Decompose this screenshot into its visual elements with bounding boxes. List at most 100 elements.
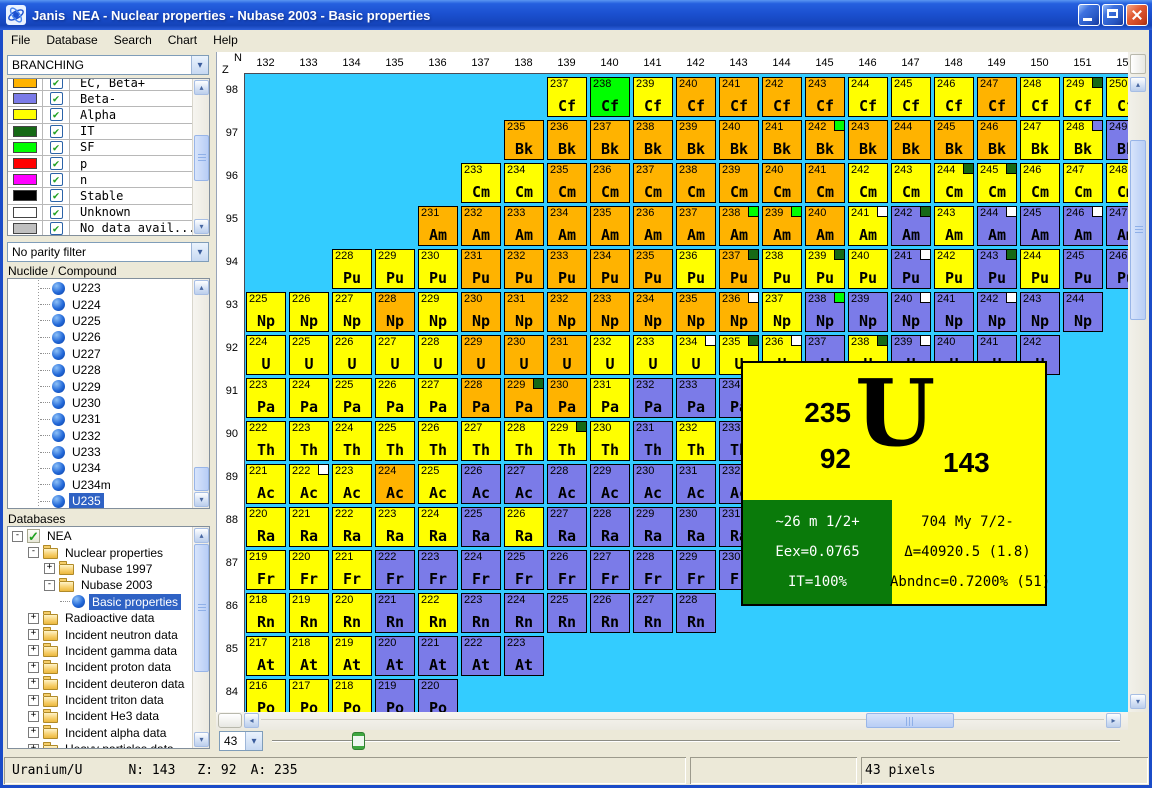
legend-item[interactable]: ✔No data avail... bbox=[8, 221, 192, 236]
nuclide-cell[interactable]: 231Am bbox=[418, 206, 458, 246]
nuclide-cell[interactable]: 233U bbox=[633, 335, 673, 375]
db-item[interactable]: +Nubase 1997 bbox=[8, 561, 192, 577]
scrollbar-thumb[interactable] bbox=[1130, 140, 1146, 320]
nuclide-cell[interactable]: 224Ra bbox=[418, 507, 458, 547]
nuclide-cell[interactable]: 226Fr bbox=[547, 550, 587, 590]
tree-expander[interactable]: + bbox=[28, 678, 39, 689]
nuclide-cell[interactable]: 223Pa bbox=[246, 378, 286, 418]
nuclide-cell[interactable]: 227Rn bbox=[633, 593, 673, 633]
nuclide-cell[interactable]: 229Np bbox=[418, 292, 458, 332]
nuclide-cell[interactable]: 235Pu bbox=[633, 249, 673, 289]
nuclide-cell[interactable]: 247Am bbox=[1106, 206, 1128, 246]
db-item[interactable]: +Radioactive data bbox=[8, 610, 192, 626]
nuclide-cell[interactable]: 241Np bbox=[934, 292, 974, 332]
nuclide-cell[interactable]: 222Th bbox=[246, 421, 286, 461]
legend-checkbox[interactable]: ✔ bbox=[50, 125, 63, 138]
nuclide-cell[interactable]: 225Np bbox=[246, 292, 286, 332]
nuclide-cell[interactable]: 227U bbox=[375, 335, 415, 375]
nuclide-cell[interactable]: 224Rn bbox=[504, 593, 544, 633]
nuclide-cell[interactable]: 218Rn bbox=[246, 593, 286, 633]
nuclide-cell[interactable]: 237Am bbox=[676, 206, 716, 246]
nuclide-cell[interactable]: 231Np bbox=[504, 292, 544, 332]
nuclide-cell[interactable]: 240Np bbox=[891, 292, 931, 332]
nuclide-cell[interactable]: 243Am bbox=[934, 206, 974, 246]
nuclide-cell[interactable]: 221Ac bbox=[246, 464, 286, 504]
nuclide-cell[interactable]: 244Cf bbox=[848, 77, 888, 117]
nuclide-cell[interactable]: 225Pa bbox=[332, 378, 372, 418]
nuclide-cell[interactable]: 231Ac bbox=[676, 464, 716, 504]
nuclide-cell[interactable]: 242Am bbox=[891, 206, 931, 246]
nuclide-cell[interactable]: 239Cm bbox=[719, 163, 759, 203]
close-button[interactable] bbox=[1126, 4, 1148, 26]
nuclide-cell[interactable]: 231U bbox=[547, 335, 587, 375]
nuclide-cell[interactable]: 236Cm bbox=[590, 163, 630, 203]
db-item[interactable]: +Incident gamma data bbox=[8, 643, 192, 659]
nuclide-cell[interactable]: 225Ac bbox=[418, 464, 458, 504]
legend-checkbox[interactable]: ✔ bbox=[50, 157, 63, 170]
nuclide-cell[interactable]: 231Th bbox=[633, 421, 673, 461]
nuclide-cell[interactable]: 222At bbox=[461, 636, 501, 676]
nuclide-cell[interactable]: 225Rn bbox=[547, 593, 587, 633]
branching-combobox[interactable]: BRANCHING ▾ bbox=[7, 55, 209, 75]
nuclide-cell[interactable]: 228Pu bbox=[332, 249, 372, 289]
legend-checkbox[interactable]: ✔ bbox=[50, 206, 63, 219]
nuclide-cell[interactable]: 238Bk bbox=[633, 120, 673, 160]
tree-expander[interactable]: + bbox=[28, 744, 39, 749]
nuclide-cell[interactable]: 242Cm bbox=[848, 163, 888, 203]
nuclide-cell[interactable]: 239Np bbox=[848, 292, 888, 332]
nuclide-cell[interactable]: 240Bk bbox=[719, 120, 759, 160]
scrollbar-track[interactable] bbox=[261, 719, 1104, 723]
nuclide-cell[interactable]: 223Ra bbox=[375, 507, 415, 547]
menu-item-database[interactable]: Database bbox=[38, 31, 105, 49]
nuclide-cell[interactable]: 240Cf bbox=[676, 77, 716, 117]
nuclide-cell[interactable]: 241Bk bbox=[762, 120, 802, 160]
nuclide-cell[interactable]: 245Bk bbox=[934, 120, 974, 160]
legend-scrollbar[interactable]: ▴ ▾ bbox=[192, 79, 209, 235]
nuclide-cell[interactable]: 224Ac bbox=[375, 464, 415, 504]
nuclide-cell[interactable]: 227Th bbox=[461, 421, 501, 461]
nuclide-cell[interactable]: 221At bbox=[418, 636, 458, 676]
legend-item[interactable]: ✔Unknown bbox=[8, 205, 192, 221]
title-bar[interactable]: Janis NEA - Nuclear properties - Nubase … bbox=[0, 0, 1152, 30]
nuclide-cell[interactable]: 247Cm bbox=[1063, 163, 1103, 203]
nuclide-cell[interactable]: 229Ra bbox=[633, 507, 673, 547]
scroll-up-button[interactable]: ▴ bbox=[194, 280, 209, 295]
legend-checkbox[interactable]: ✔ bbox=[50, 78, 63, 89]
nuclide-cell[interactable]: 241Cf bbox=[719, 77, 759, 117]
nuclide-cell[interactable]: 231Pu bbox=[461, 249, 501, 289]
nuclide-cell[interactable]: 226Rn bbox=[590, 593, 630, 633]
nuclide-cell[interactable]: 232Pa bbox=[633, 378, 673, 418]
scrollbar-thumb[interactable] bbox=[866, 713, 954, 728]
nuclide-cell[interactable]: 232U bbox=[590, 335, 630, 375]
nuclide-cell[interactable]: 222Rn bbox=[418, 593, 458, 633]
nuclide-cell[interactable]: 218Po bbox=[332, 679, 372, 712]
nuclide-cell[interactable]: 221Fr bbox=[332, 550, 372, 590]
db-item[interactable]: +Incident He3 data bbox=[8, 708, 192, 724]
maximize-button[interactable] bbox=[1102, 4, 1124, 26]
nuclide-cell[interactable]: 243Cf bbox=[805, 77, 845, 117]
nuclide-cell[interactable]: 227Ra bbox=[547, 507, 587, 547]
chevron-down-icon[interactable]: ▾ bbox=[191, 243, 208, 261]
scroll-left-button[interactable]: ◂ bbox=[244, 713, 259, 728]
nuclide-cell[interactable]: 226Ra bbox=[504, 507, 544, 547]
scrollbar-thumb[interactable] bbox=[194, 135, 209, 181]
nuclide-cell[interactable]: 228Th bbox=[504, 421, 544, 461]
nuclide-cell[interactable]: 236Np bbox=[719, 292, 759, 332]
nuclide-cell[interactable]: 226Th bbox=[418, 421, 458, 461]
nuclide-cell[interactable]: 216Po bbox=[246, 679, 286, 712]
nuclide-cell[interactable]: 241Pu bbox=[891, 249, 931, 289]
tree-expander[interactable]: + bbox=[28, 662, 39, 673]
nuclide-cell[interactable]: 228Ra bbox=[590, 507, 630, 547]
legend-item[interactable]: ✔Beta- bbox=[8, 91, 192, 107]
nuclide-cell[interactable]: 217Po bbox=[289, 679, 329, 712]
nuclide-cell[interactable]: 237Bk bbox=[590, 120, 630, 160]
nuclide-item[interactable]: U233 bbox=[8, 444, 192, 460]
nuclide-cell[interactable]: 224Pa bbox=[289, 378, 329, 418]
nuclide-cell[interactable]: 233Np bbox=[590, 292, 630, 332]
nuclide-cell[interactable]: 232Np bbox=[547, 292, 587, 332]
nuclide-cell[interactable]: 229Ac bbox=[590, 464, 630, 504]
h-scrollbar-corner-button[interactable] bbox=[218, 713, 242, 728]
nuclide-cell[interactable]: 230Pu bbox=[418, 249, 458, 289]
nuclide-cell[interactable]: 226Ac bbox=[461, 464, 501, 504]
nuclide-cell[interactable]: 238Np bbox=[805, 292, 845, 332]
